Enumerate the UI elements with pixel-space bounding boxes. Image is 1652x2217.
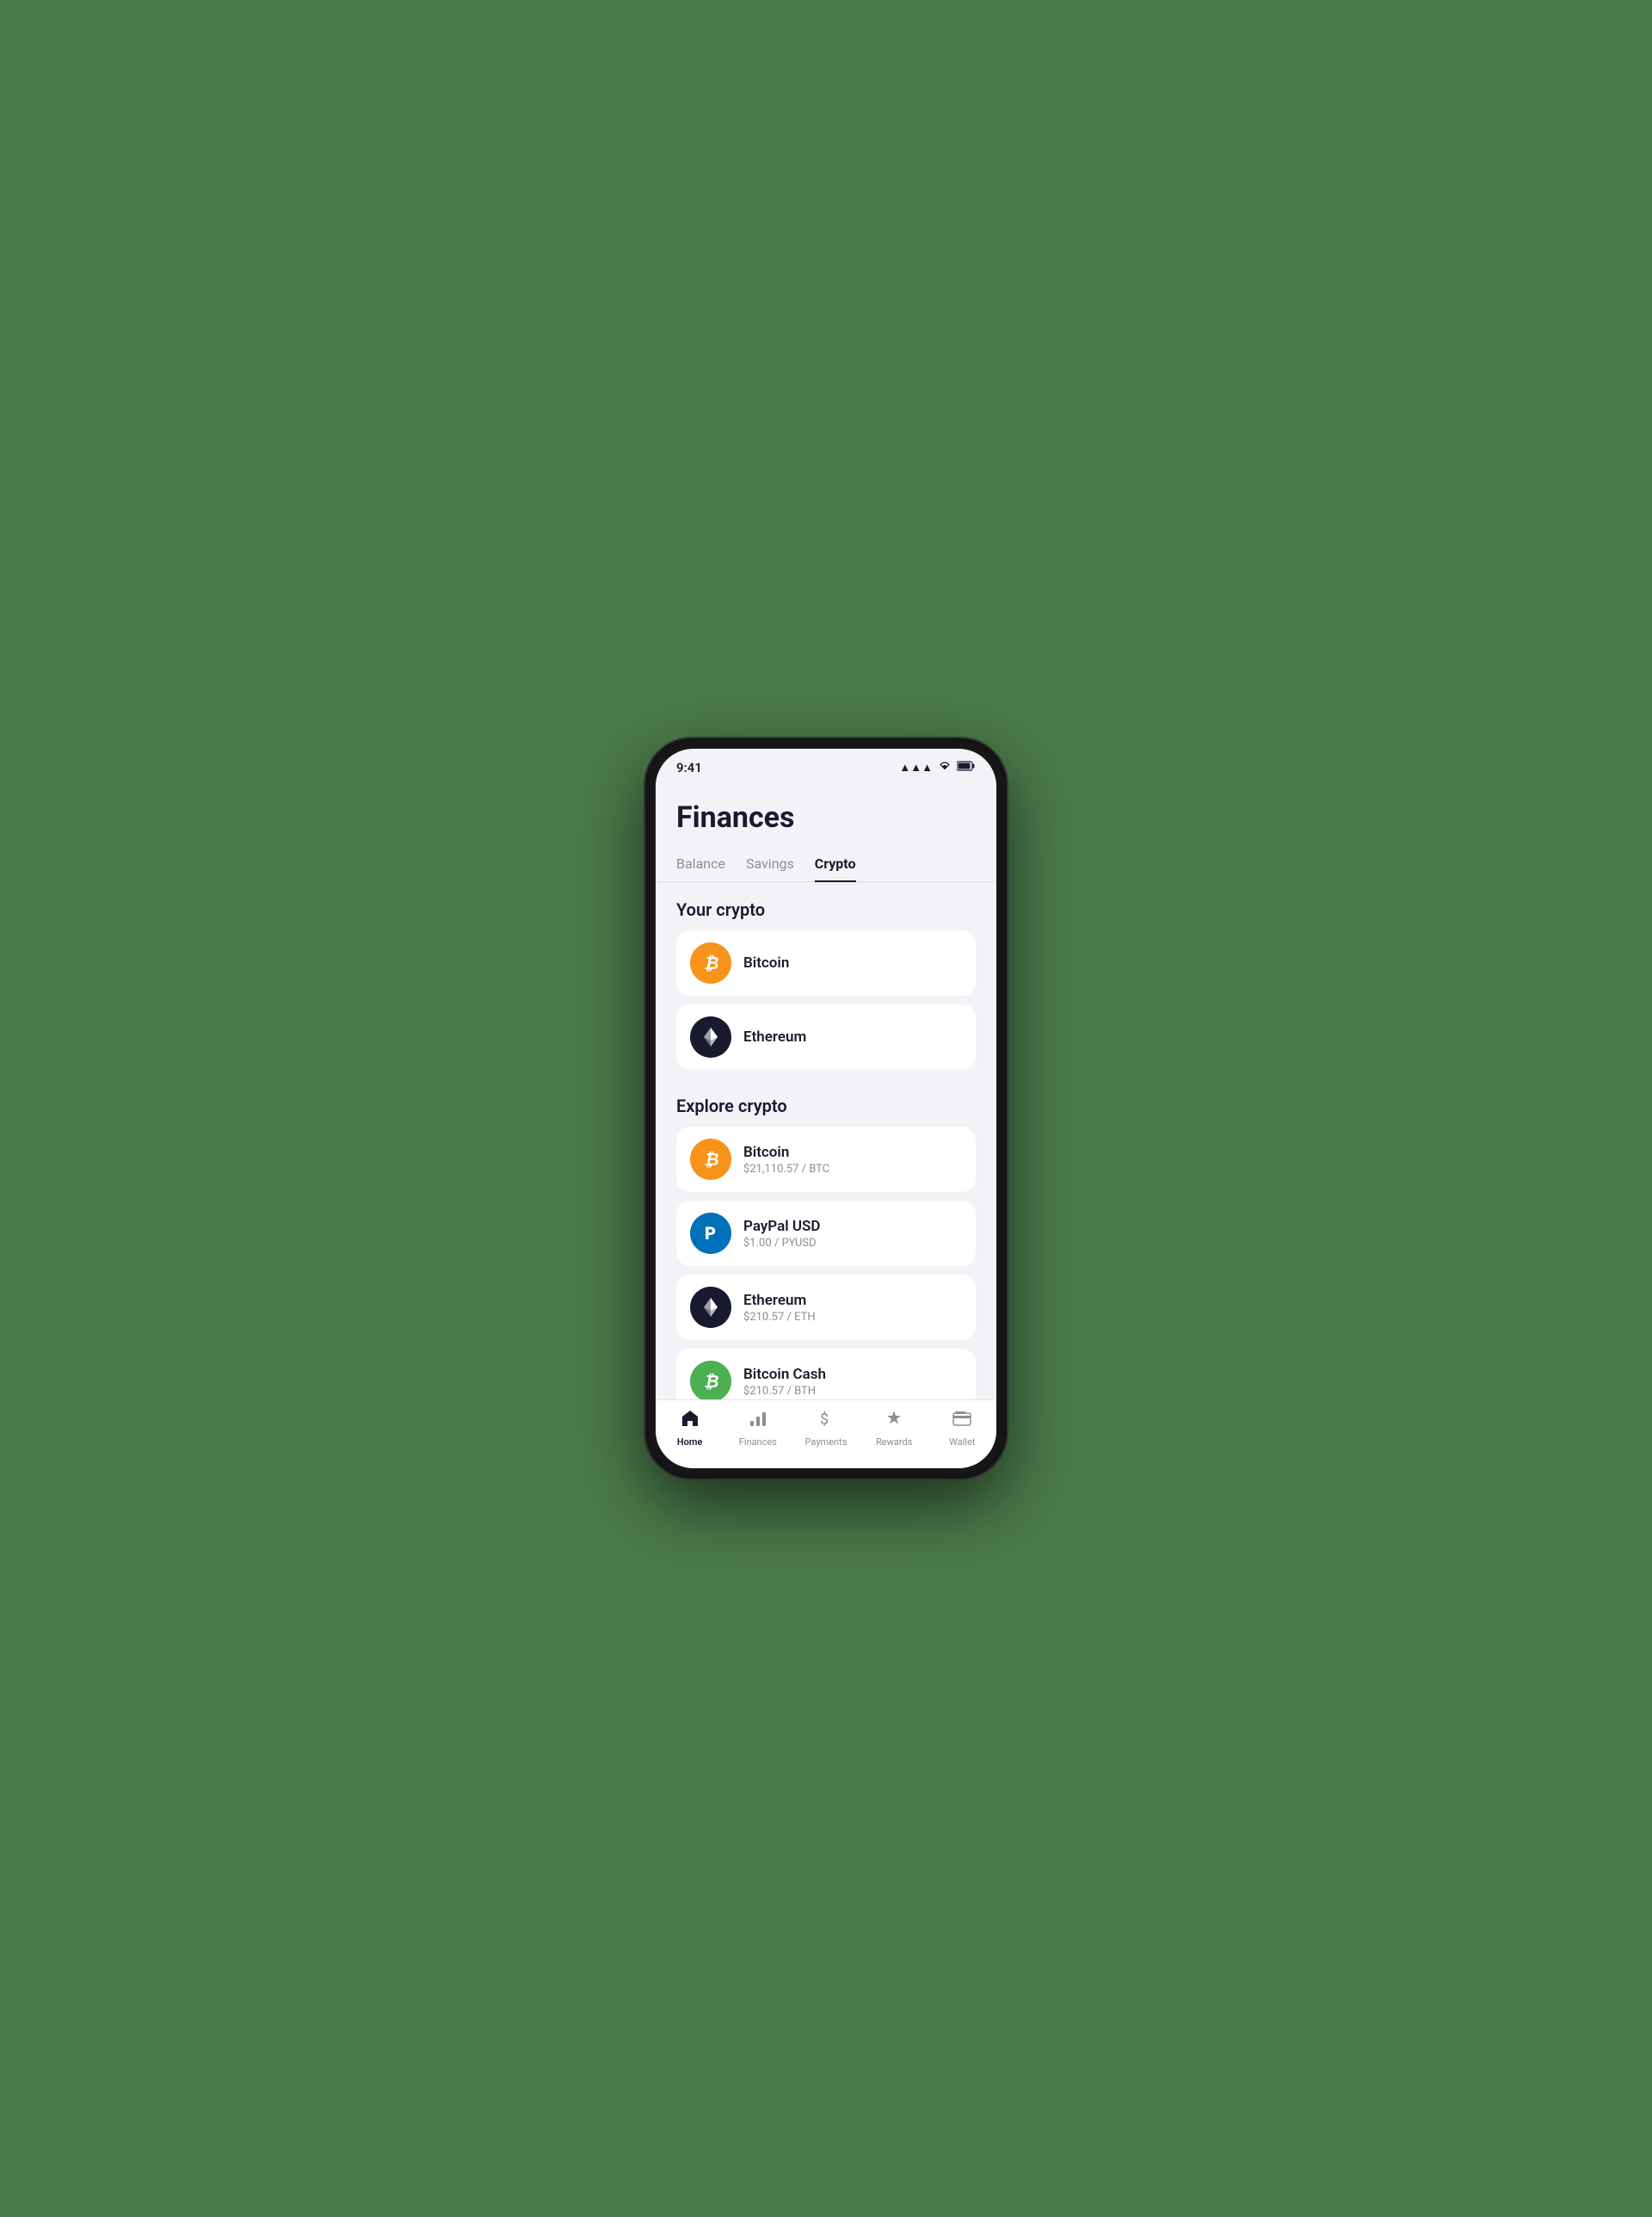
tab-savings[interactable]: Savings — [746, 855, 794, 882]
ethereum-icon — [690, 1016, 731, 1058]
tab-crypto[interactable]: Crypto — [815, 855, 856, 882]
screen-content[interactable]: Finances Balance Savings Crypto Your cry… — [656, 787, 996, 1399]
bitcoin-name: Bitcoin — [743, 954, 789, 972]
explore-crypto-section: Explore crypto ₿ Bitcoin $21,110.57 / BT… — [656, 1078, 996, 1399]
rewards-icon — [885, 1409, 903, 1433]
bitcoin-icon: ₿ — [690, 942, 731, 984]
status-time: 9:41 — [676, 760, 702, 775]
explore-ethereum-icon — [690, 1287, 731, 1328]
page-title: Finances — [676, 800, 976, 835]
nav-wallet-label: Wallet — [949, 1436, 975, 1448]
explore-paypalusd-icon: P — [690, 1213, 731, 1254]
svg-text:₿: ₿ — [704, 953, 719, 973]
explore-ethereum-card[interactable]: Ethereum $210.57 / ETH — [676, 1275, 976, 1340]
payments-icon: $ — [817, 1409, 835, 1433]
ethereum-name: Ethereum — [743, 1028, 806, 1046]
nav-rewards[interactable]: Rewards — [868, 1409, 920, 1448]
nav-payments-label: Payments — [805, 1436, 848, 1448]
signal-icon: ▲▲▲ — [899, 761, 933, 775]
explore-bitcoincash-icon: ₿ — [690, 1361, 731, 1399]
wifi-icon — [938, 761, 952, 775]
svg-text:₿: ₿ — [704, 1149, 719, 1170]
nav-home-label: Home — [677, 1436, 703, 1448]
explore-crypto-title: Explore crypto — [676, 1096, 976, 1116]
tab-balance[interactable]: Balance — [676, 855, 725, 882]
explore-paypalusd-info: PayPal USD $1.00 / PYUSD — [743, 1218, 820, 1250]
finances-icon — [749, 1409, 767, 1433]
your-crypto-section: Your crypto ₿ Bitcoin — [656, 882, 996, 1070]
nav-finances[interactable]: Finances — [732, 1409, 784, 1448]
home-icon — [681, 1409, 700, 1433]
page-header: Finances — [656, 787, 996, 855]
your-crypto-title: Your crypto — [676, 899, 976, 920]
explore-bitcoin-info: Bitcoin $21,110.57 / BTC — [743, 1144, 829, 1176]
explore-bitcoincash-card[interactable]: ₿ Bitcoin Cash $210.57 / BTH — [676, 1349, 976, 1399]
status-icons: ▲▲▲ — [899, 761, 976, 775]
svg-text:$: $ — [820, 1411, 829, 1428]
explore-ethereum-info: Ethereum $210.57 / ETH — [743, 1292, 816, 1324]
battery-icon — [957, 761, 976, 775]
wallet-icon — [952, 1409, 971, 1433]
phone-frame: 9:41 ▲▲▲ — [645, 738, 1007, 1479]
nav-finances-label: Finances — [739, 1436, 777, 1448]
svg-text:₿: ₿ — [704, 1371, 719, 1392]
explore-bitcoin-icon: ₿ — [690, 1139, 731, 1180]
phone-screen: 9:41 ▲▲▲ — [656, 749, 996, 1468]
explore-bitcoin-card[interactable]: ₿ Bitcoin $21,110.57 / BTC — [676, 1127, 976, 1192]
nav-rewards-label: Rewards — [876, 1436, 912, 1448]
status-bar: 9:41 ▲▲▲ — [656, 749, 996, 787]
your-bitcoin-card[interactable]: ₿ Bitcoin — [676, 930, 976, 996]
nav-payments[interactable]: $ Payments — [800, 1409, 852, 1448]
explore-paypalusd-card[interactable]: P PayPal USD $1.00 / PYUSD — [676, 1201, 976, 1266]
tabs-row: Balance Savings Crypto — [656, 855, 996, 882]
bottom-nav: Home Finances $ Payment — [656, 1399, 996, 1468]
svg-text:P: P — [705, 1223, 716, 1244]
nav-wallet[interactable]: Wallet — [936, 1409, 988, 1448]
nav-home[interactable]: Home — [664, 1409, 716, 1448]
your-ethereum-card[interactable]: Ethereum — [676, 1004, 976, 1070]
explore-bitcoincash-info: Bitcoin Cash $210.57 / BTH — [743, 1366, 826, 1398]
